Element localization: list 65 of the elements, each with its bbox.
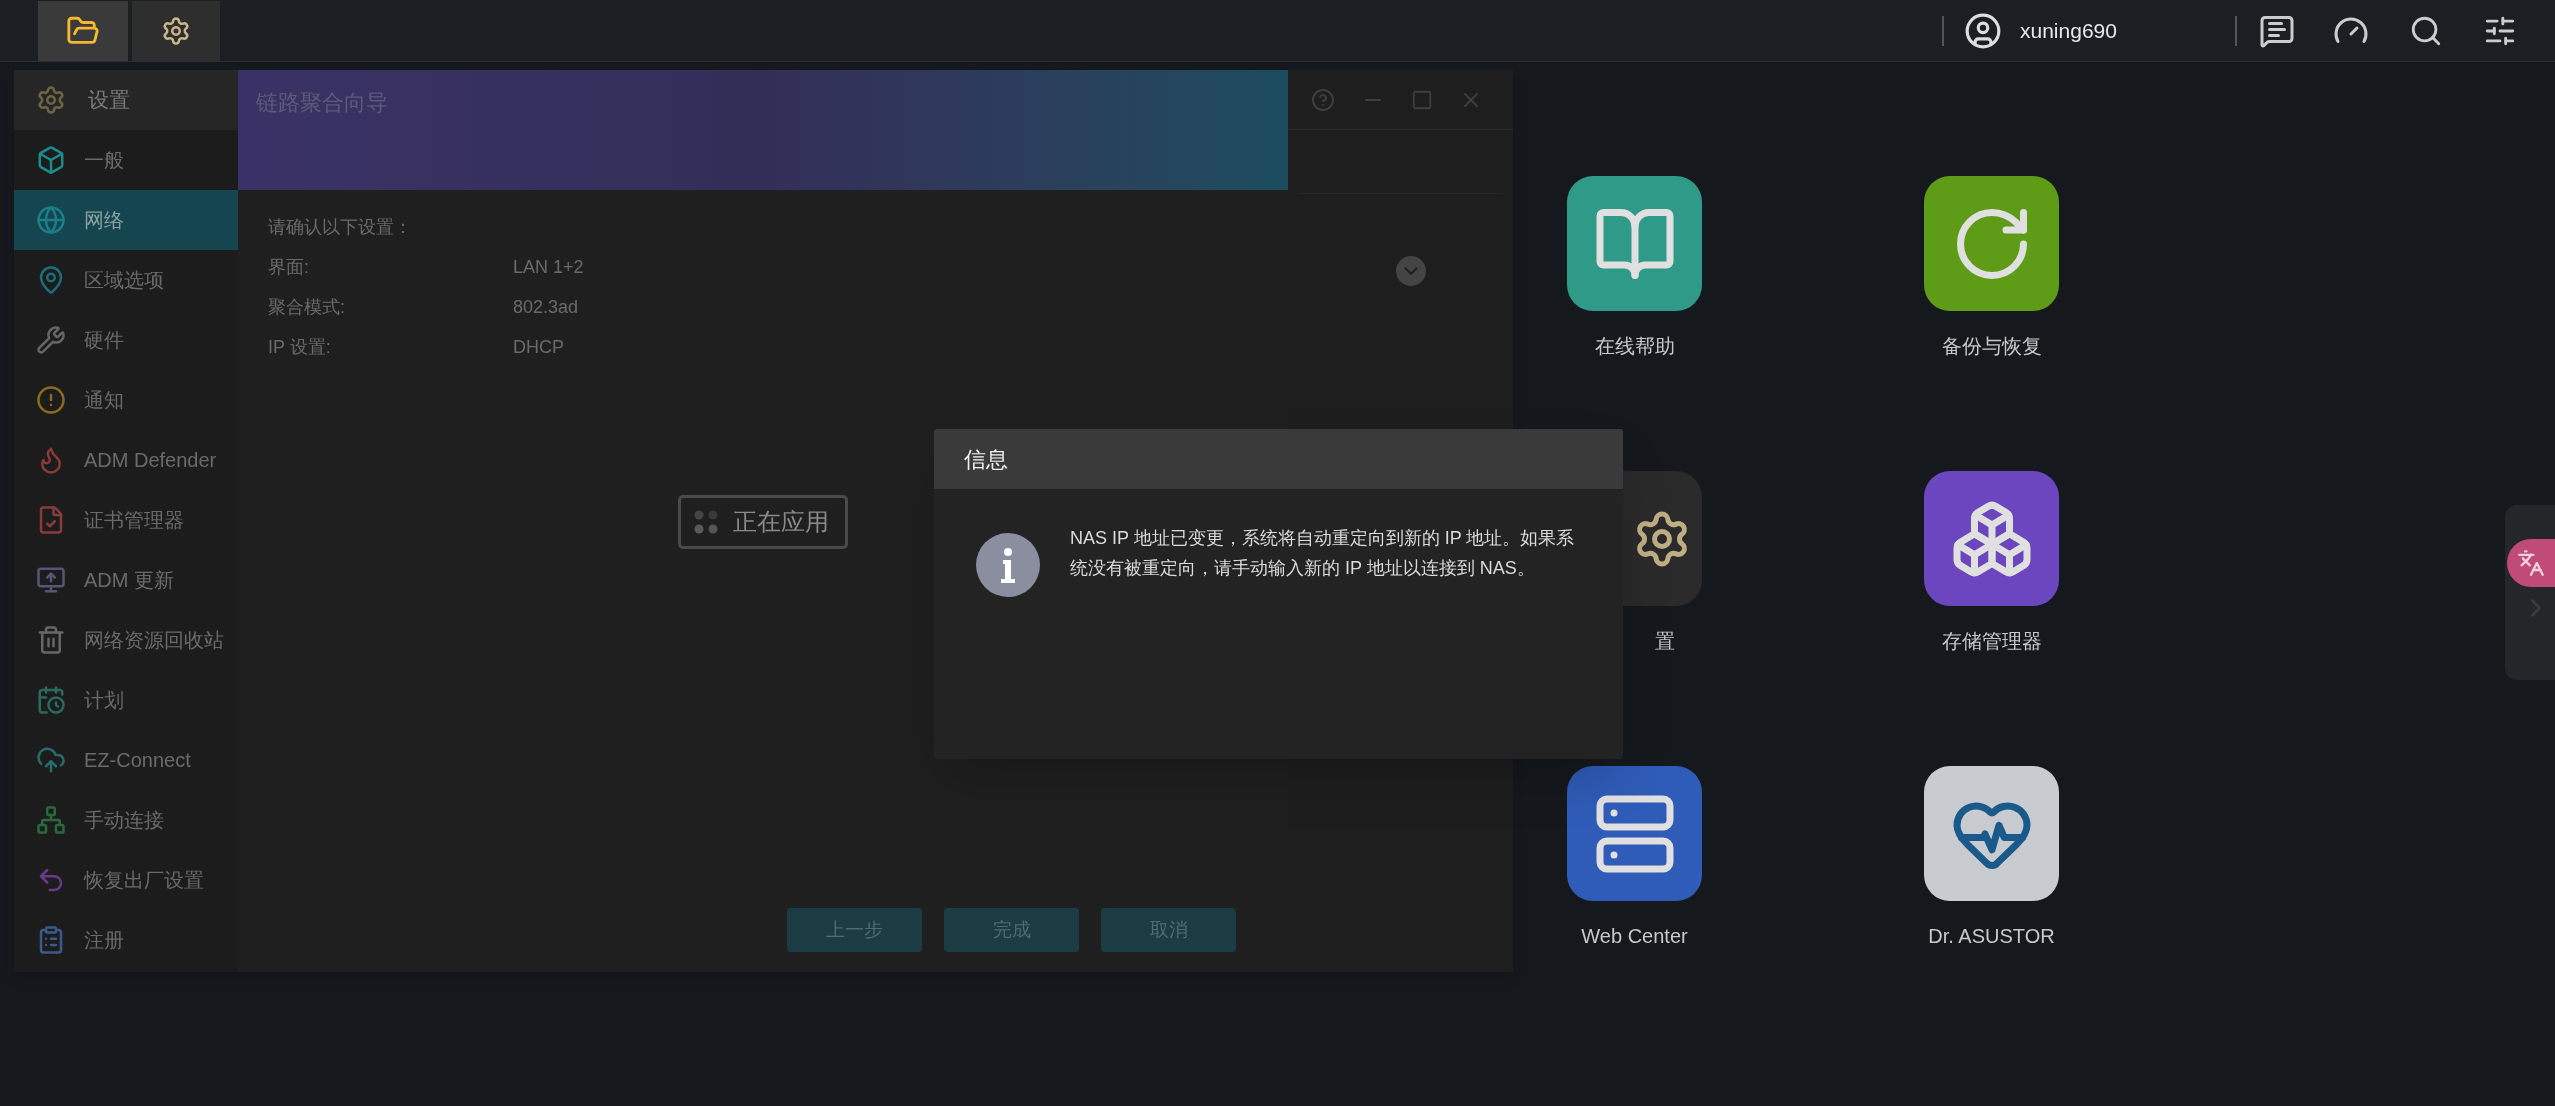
sidebar-item[interactable]: EZ-Connect: [14, 730, 238, 790]
sidebar-label: 一般: [84, 148, 124, 173]
gear-icon: [161, 15, 191, 46]
app-label[interactable]: Web Center: [1581, 921, 1688, 951]
info-icon: [976, 533, 1040, 597]
sidebar-item[interactable]: 注册: [14, 910, 238, 970]
sidebar-label: 计划: [84, 688, 124, 713]
taskbar-app-button[interactable]: [38, 0, 128, 61]
sidebar-label: 证书管理器: [84, 508, 184, 533]
sidebar-label: 注册: [84, 928, 124, 953]
app-tile[interactable]: [1924, 766, 2059, 901]
sidebar-item[interactable]: 计划: [14, 670, 238, 730]
sidebar-label: 恢复出厂设置: [84, 868, 204, 893]
alert-icon: [36, 385, 66, 415]
sidebar-label: 网络: [84, 208, 124, 233]
translate-button[interactable]: [2507, 539, 2555, 587]
dialog-title: 信息: [964, 445, 1008, 474]
sidebar-label: 手动连接: [84, 808, 164, 833]
app-tile[interactable]: [1567, 176, 1702, 311]
app-tile[interactable]: [1567, 766, 1702, 901]
loading-icon: [693, 509, 719, 535]
wizard-prompt: 请确认以下设置：: [268, 216, 413, 239]
recycle-bin-icon: [36, 625, 66, 655]
field-label: 聚合模式:: [268, 296, 346, 319]
field-value: DHCP: [513, 336, 564, 359]
app-label[interactable]: 在线帮助: [1594, 331, 1675, 361]
sidebar-item[interactable]: 一般: [14, 130, 238, 190]
user-icon[interactable]: [1964, 11, 2002, 50]
sidebar-label: 通知: [84, 388, 124, 413]
monitor-upload-icon: [36, 565, 66, 595]
cloud-upload-icon: [36, 745, 66, 775]
translate-icon: [2517, 549, 2545, 577]
status-text: 正在应用: [733, 507, 829, 537]
app-label[interactable]: Dr. ASUSTOR: [1928, 921, 2055, 951]
sidebar-label: 硬件: [84, 328, 124, 353]
sidebar-label: ADM Defender: [84, 448, 217, 473]
sidebar-item[interactable]: 手动连接: [14, 790, 238, 850]
sidebar-item[interactable]: 证书管理器: [14, 490, 238, 550]
sidebar-item[interactable]: ADM 更新: [14, 550, 238, 610]
window-title: 设置: [88, 87, 130, 114]
calendar-clock-icon: [36, 685, 66, 715]
field-label: IP 设置:: [268, 336, 332, 359]
field-value: LAN 1+2: [513, 256, 584, 279]
sidebar-item[interactable]: 网络: [14, 190, 238, 250]
sidebar-item[interactable]: 恢复出厂设置: [14, 850, 238, 910]
user-name[interactable]: xuning690: [2020, 14, 2235, 47]
sidebar-item[interactable]: 区域选项: [14, 250, 238, 310]
app-tile[interactable]: [1924, 176, 2059, 311]
sidebar-label: 区域选项: [84, 268, 164, 293]
sidebar-label: EZ-Connect: [84, 748, 191, 773]
sidebar-label: 网络资源回收站: [84, 628, 224, 653]
sidebar-label: ADM 更新: [84, 568, 174, 593]
dialog-message: NAS IP 地址已变更，系统将自动重定向到新的 IP 地址。如果系统没有被重定向，请手动输入新的 IP 地址以连接到 NAS。: [1070, 527, 1575, 580]
taskbar-app-button[interactable]: [132, 0, 220, 61]
app-label[interactable]: 备份与恢复: [1941, 331, 2042, 361]
field-value: 802.3ad: [513, 296, 579, 319]
app-tile[interactable]: [1924, 471, 2059, 606]
sidebar-item[interactable]: 网络资源回收站: [14, 610, 238, 670]
gear-icon: [36, 85, 66, 115]
sidebar-item[interactable]: ADM Defender: [14, 430, 238, 490]
sidebar-item[interactable]: 硬件: [14, 310, 238, 370]
app-label[interactable]: 存储管理器: [1941, 626, 2042, 656]
sidebar-item[interactable]: 通知: [14, 370, 238, 430]
field-label: 界面:: [268, 256, 310, 279]
globe-icon: [36, 205, 66, 235]
